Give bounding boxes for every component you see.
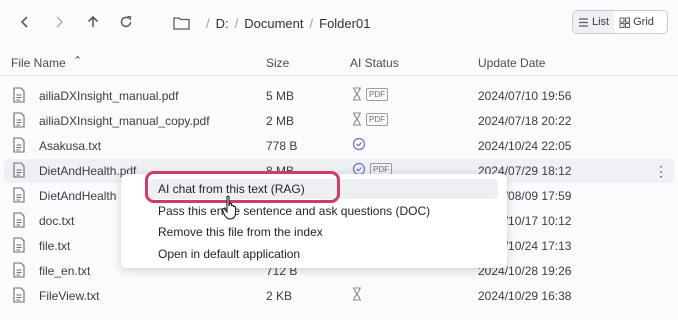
grid-view-button[interactable]: Grid: [614, 11, 659, 33]
pdf-badge: PDF: [366, 87, 388, 101]
ai-status: PDF: [352, 112, 388, 126]
arrow-up-icon: [87, 15, 99, 27]
sort-ascending-icon[interactable]: ⌃: [73, 54, 82, 67]
kebab-icon[interactable]: ⋮: [654, 163, 668, 180]
up-button[interactable]: [82, 11, 104, 33]
file-name: ailiaDXInsight_manual_copy.pdf: [39, 114, 210, 128]
list-view-label: List: [592, 16, 610, 28]
file-row[interactable]: ailiaDXInsight_manual_copy.pdf 2 MB PDF 202…: [4, 109, 674, 133]
breadcrumb-item[interactable]: Folder01: [319, 16, 370, 31]
breadcrumb: / D: / Document / Folder01: [173, 12, 370, 34]
highlight-ring: [145, 171, 340, 203]
file-icon: [13, 87, 25, 103]
file-icon: [13, 287, 25, 303]
update-date: 2024/10/24 22:05: [478, 139, 572, 153]
file-row[interactable]: ailiaDXInsight_manual.pdf 5 MB PDF 2024/07/…: [4, 84, 674, 108]
file-name: DietAndHealth: [39, 189, 117, 203]
breadcrumb-separator: /: [206, 15, 210, 31]
file-icon: [13, 237, 25, 253]
menu-item-ask-doc[interactable]: Pass this entire sentence and ask questi…: [158, 204, 430, 218]
file-icon: [13, 262, 25, 278]
list-icon: [579, 17, 588, 27]
update-date: 2024/07/10 19:56: [478, 89, 572, 103]
hourglass-icon: [353, 287, 361, 301]
column-ai-status[interactable]: AI Status: [350, 56, 399, 70]
ai-status: PDF: [352, 87, 388, 101]
breadcrumb-separator: /: [234, 15, 239, 31]
pdf-badge: PDF: [366, 112, 388, 126]
refresh-button[interactable]: [115, 11, 137, 33]
arrow-right-icon: [56, 16, 64, 28]
file-icon: [13, 137, 25, 153]
file-size: 2 KB: [266, 289, 293, 303]
file-icon: [13, 112, 25, 128]
breadcrumb-item[interactable]: D:: [216, 16, 229, 31]
column-header: File Name ⌃ Size AI Status Update Date: [0, 50, 678, 76]
update-date: 2024/10/29 16:38: [478, 289, 572, 303]
arrow-left-icon: [20, 16, 28, 28]
file-icon: [13, 212, 25, 228]
file-row[interactable]: FileView.txt 2 KB 2024/10/29 16:38: [4, 284, 674, 308]
file-name: ailiaDXInsight_manual.pdf: [39, 89, 179, 103]
file-name: Asakusa.txt: [39, 139, 102, 153]
hourglass-icon: [353, 87, 361, 101]
breadcrumb-separator: /: [309, 15, 314, 31]
refresh-icon: [120, 15, 132, 28]
back-button[interactable]: [14, 11, 36, 33]
view-toggle: List Grid: [572, 10, 668, 34]
menu-item-open-default[interactable]: Open in default application: [158, 247, 300, 261]
file-icon: [13, 162, 25, 178]
file-row[interactable]: Asakusa.txt 778 B 2024/10/24 22:05: [4, 134, 674, 158]
hourglass-icon: [353, 112, 361, 126]
toolbar: / D: / Document / Folder01 List Grid: [0, 0, 678, 46]
file-size: 778 B: [266, 139, 298, 153]
list-view-button[interactable]: List: [573, 11, 615, 33]
file-name: doc.txt: [39, 214, 75, 228]
update-date: 2024/07/18 20:22: [478, 114, 572, 128]
file-size: 2 MB: [266, 114, 295, 128]
ai-status: [352, 287, 362, 301]
menu-item-remove-index[interactable]: Remove this file from the index: [158, 225, 323, 239]
forward-button[interactable]: [48, 11, 70, 33]
grid-icon: [619, 17, 631, 28]
breadcrumb-item[interactable]: Document: [244, 16, 303, 31]
folder-icon: [173, 16, 190, 30]
hand-cursor-icon: [221, 195, 237, 220]
file-name: FileView.txt: [39, 289, 100, 303]
file-name: file.txt: [39, 239, 71, 253]
file-icon: [13, 187, 25, 203]
column-file-name[interactable]: File Name: [11, 56, 66, 70]
file-size: 5 MB: [266, 89, 295, 103]
grid-view-label: Grid: [633, 16, 654, 28]
ai-status: [352, 137, 366, 151]
column-update-date[interactable]: Update Date: [478, 56, 545, 70]
column-size[interactable]: Size: [266, 56, 289, 70]
check-circle-icon: [352, 137, 366, 151]
file-name: file_en.txt: [39, 264, 91, 278]
